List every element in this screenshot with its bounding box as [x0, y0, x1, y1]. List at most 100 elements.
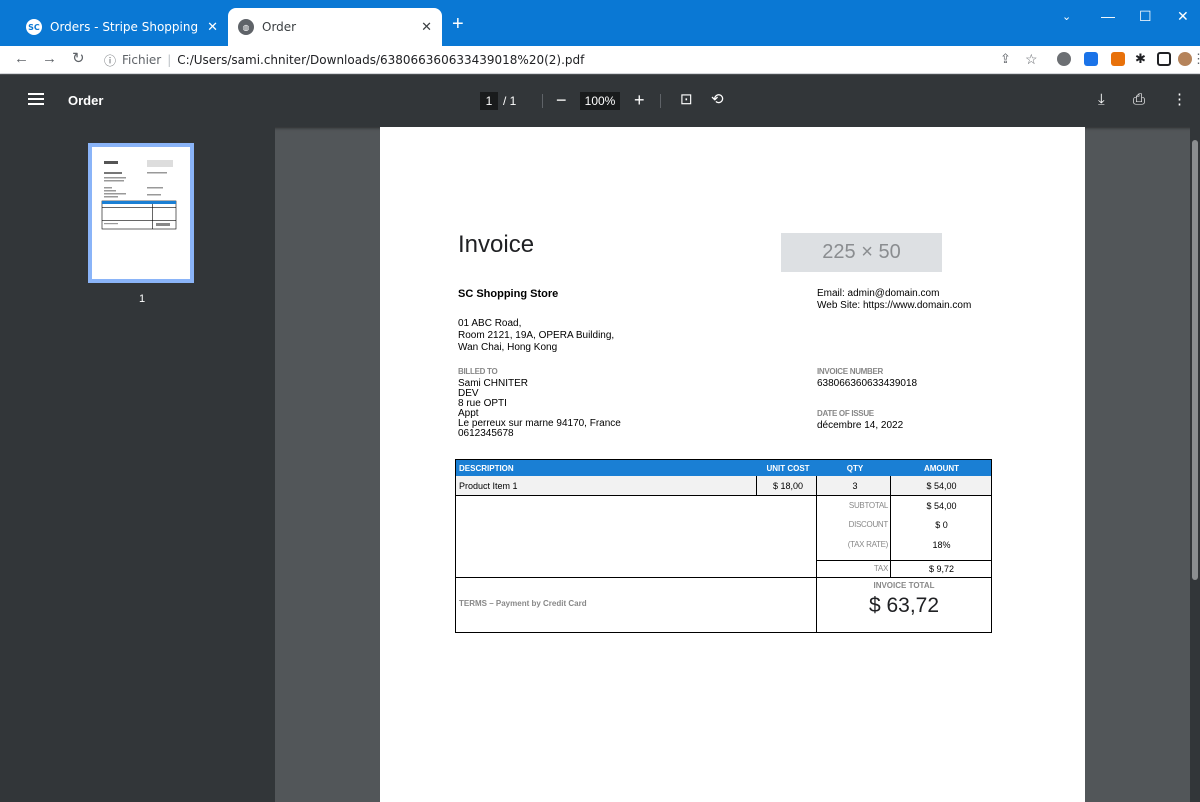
print-icon[interactable]: ⎙: [1133, 89, 1145, 111]
store-website: Web Site: https://www.domain.com: [817, 300, 972, 311]
date-issue-label: DATE OF ISSUE: [817, 409, 874, 418]
column-divider: [890, 476, 891, 577]
store-email: Email: admin@domain.com: [817, 288, 940, 299]
tax-rate-label: (TAX RATE): [847, 540, 889, 549]
menu-icon[interactable]: ⋮: [1192, 51, 1200, 67]
pdf-toolbar: Order 1 / 1 − 100% + ⊡ ⟲ ⤓ ⎙ ⋮: [0, 75, 1200, 127]
close-window-button[interactable]: ✕: [1177, 8, 1189, 25]
scrollbar-thumb[interactable]: [1192, 140, 1198, 580]
page-total: / 1: [503, 94, 517, 108]
table-header: DESCRIPTION UNIT COST QTY AMOUNT: [456, 460, 991, 476]
item-amount: $ 54,00: [926, 481, 957, 491]
side-panel-icon[interactable]: [1157, 52, 1171, 66]
close-tab-icon[interactable]: ✕: [207, 20, 218, 35]
discount-label: DISCOUNT: [848, 520, 889, 529]
header-qty: QTY: [846, 464, 864, 473]
url-text: C:/Users/sami.chniter/Downloads/63806636…: [177, 53, 585, 67]
row-divider: [816, 560, 991, 561]
tax-value: $ 9,72: [928, 564, 955, 574]
page-thumbnail-preview: [101, 160, 177, 230]
row-divider: [456, 577, 991, 578]
tab-label: Orders - Stripe Shopping: [50, 20, 199, 34]
page-number-input[interactable]: 1: [480, 92, 498, 110]
invoice-total-value: $ 63,72: [868, 594, 940, 617]
pdf-title: Order: [68, 93, 104, 108]
divider: [660, 94, 661, 108]
extension-icon[interactable]: [1111, 52, 1125, 66]
browser-toolbar: ← → ↻ ⓘ Fichier | C:/Users/sami.chniter/…: [0, 46, 1200, 74]
separator: |: [167, 53, 172, 67]
maximize-button[interactable]: ☐: [1139, 8, 1152, 25]
subtotal-value: $ 54,00: [926, 501, 957, 511]
tab-search-icon[interactable]: ⌄: [1062, 10, 1071, 23]
date-issue-block: DATE OF ISSUE décembre 14, 2022: [817, 409, 903, 431]
zoom-in-icon[interactable]: +: [634, 89, 645, 111]
billed-to-block: BILLED TO Sami CHNITER DEV 8 rue OPTI Ap…: [458, 367, 621, 439]
menu-hamburger-icon[interactable]: [28, 93, 44, 105]
minimize-button[interactable]: —: [1101, 8, 1115, 24]
download-icon[interactable]: ⤓: [1098, 89, 1105, 111]
header-description: DESCRIPTION: [459, 464, 514, 473]
billed-line: 0612345678: [458, 428, 514, 439]
date-issue: décembre 14, 2022: [817, 420, 904, 431]
tab-label: Order: [262, 20, 297, 34]
bookmark-star-icon[interactable]: ☆: [1025, 51, 1038, 67]
invoice-title: Invoice: [458, 231, 535, 258]
stripe-shopping-favicon-icon: SC: [26, 19, 42, 35]
fit-page-icon[interactable]: ⊡: [680, 89, 693, 111]
invoice-number-label: INVOICE NUMBER: [817, 367, 884, 376]
extension-icon[interactable]: [1084, 52, 1098, 66]
address-line: Wan Chai, Hong Kong: [458, 342, 558, 353]
tab-order[interactable]: ◍ Order ✕: [228, 8, 442, 46]
new-tab-button[interactable]: +: [452, 14, 464, 34]
address-line: Room 2121, 19A, OPERA Building,: [458, 330, 615, 341]
scheme-label: Fichier: [122, 53, 162, 67]
page-thumbnail[interactable]: [88, 143, 194, 283]
item-qty: 3: [852, 481, 858, 491]
thumbnail-page-number: 1: [138, 293, 146, 305]
tax-rate-value: 18%: [932, 540, 951, 550]
header-unit-cost: UNIT COST: [766, 464, 810, 473]
table-row: Product Item 1 $ 18,00 3 $ 54,00: [456, 476, 991, 496]
globe-icon: ◍: [238, 19, 254, 35]
invoice-total-label: INVOICE TOTAL: [873, 581, 935, 590]
address-line: 01 ABC Road,: [458, 318, 522, 329]
profile-avatar[interactable]: [1178, 52, 1192, 66]
invoice-table: DESCRIPTION UNIT COST QTY AMOUNT Product…: [455, 459, 992, 633]
more-options-icon[interactable]: ⋮: [1172, 89, 1187, 111]
tax-label: TAX: [873, 564, 888, 573]
pdf-page: Invoice 225 × 50 SC Shopping Store Email…: [380, 127, 1085, 802]
store-name: SC Shopping Store: [458, 288, 559, 300]
zoom-out-icon[interactable]: −: [556, 89, 567, 111]
header-amount: AMOUNT: [923, 464, 960, 473]
column-divider: [756, 476, 757, 496]
item-description: Product Item 1: [459, 481, 518, 491]
billed-line: 8 rue OPTI: [458, 398, 507, 409]
payment-terms: TERMS – Payment by Credit Card: [459, 599, 587, 608]
store-address: 01 ABC Road, Room 2121, 19A, OPERA Build…: [458, 318, 614, 354]
reload-icon[interactable]: ↻: [72, 51, 85, 67]
back-icon[interactable]: ←: [14, 51, 29, 67]
extensions-puzzle-icon[interactable]: ✱: [1135, 51, 1146, 67]
item-unit-cost: $ 18,00: [772, 481, 804, 491]
thumbnail-sidebar: 1: [0, 127, 275, 802]
info-icon[interactable]: ⓘ: [104, 52, 116, 69]
zoom-input[interactable]: 100%: [580, 92, 620, 110]
rotate-icon[interactable]: ⟲: [711, 89, 724, 111]
logo-placeholder: 225 × 50: [781, 233, 942, 272]
tab-orders[interactable]: SC Orders - Stripe Shopping ✕: [8, 8, 228, 46]
share-icon[interactable]: ⇪: [1000, 51, 1011, 67]
forward-icon[interactable]: →: [42, 51, 57, 67]
discount-value: $ 0: [935, 520, 948, 530]
subtotal-label: SUBTOTAL: [848, 501, 888, 510]
divider: [542, 94, 543, 108]
billed-to-label: BILLED TO: [458, 367, 498, 376]
address-bar[interactable]: ⓘ Fichier | C:/Users/sami.chniter/Downlo…: [104, 49, 1154, 71]
billed-line: Sami CHNITER: [458, 378, 529, 389]
angular-extension-icon[interactable]: [1057, 52, 1071, 66]
close-tab-icon[interactable]: ✕: [421, 20, 432, 35]
invoice-number: 638066360633439018: [817, 378, 918, 389]
browser-titlebar: SC Orders - Stripe Shopping ✕ ◍ Order ✕ …: [0, 0, 1200, 46]
invoice-number-block: INVOICE NUMBER 638066360633439018: [817, 367, 917, 389]
store-contact: Email: admin@domain.com Web Site: https:…: [817, 288, 971, 312]
